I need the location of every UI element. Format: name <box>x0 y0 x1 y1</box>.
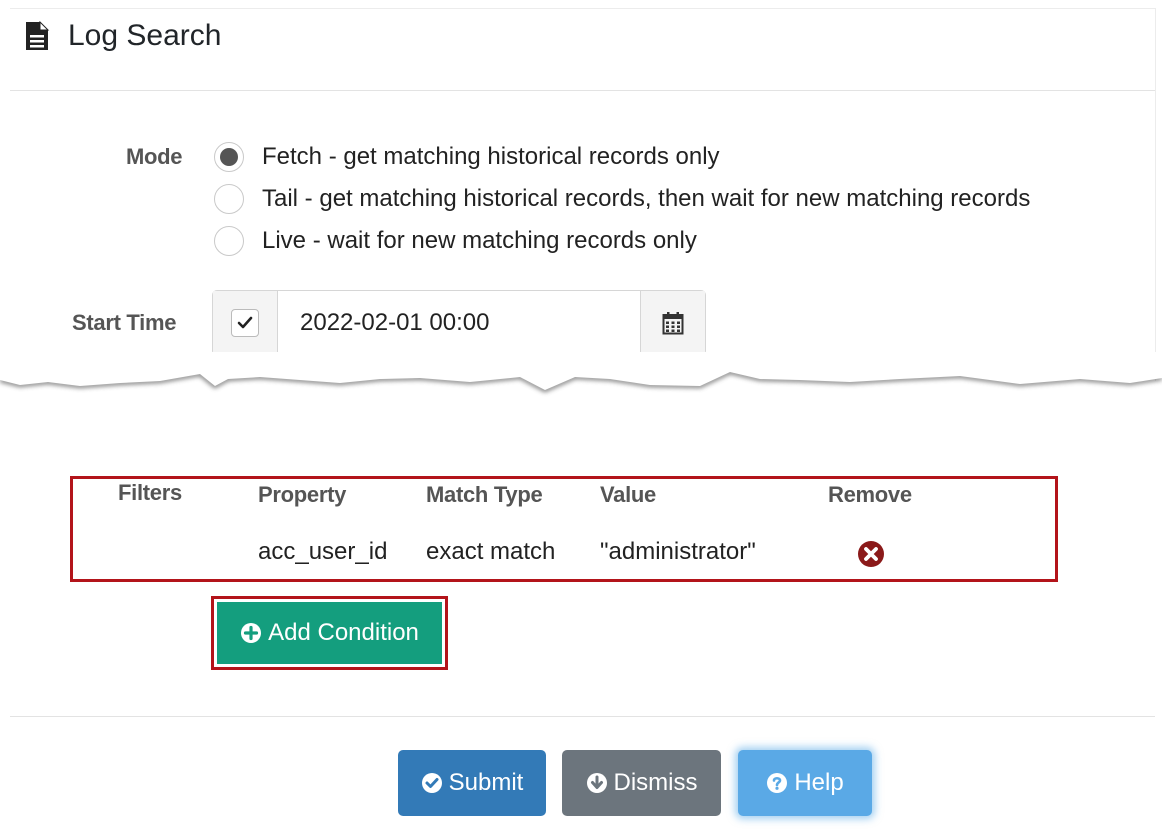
add-condition-button[interactable]: Add Condition <box>217 602 442 664</box>
filter-value: "administrator" <box>600 538 756 565</box>
check-circle-icon <box>421 773 442 793</box>
radio-tail[interactable] <box>214 184 244 214</box>
mode-option-fetch-label: Fetch - get matching historical records … <box>262 143 720 170</box>
start-time-checkbox[interactable] <box>231 309 259 337</box>
calendar-button[interactable] <box>640 291 705 355</box>
dismiss-label: Dismiss <box>613 769 698 796</box>
mode-option-tail[interactable]: Tail - get matching historical records, … <box>214 184 1030 214</box>
start-time-label: Start Time <box>72 310 177 335</box>
page-title: Log Search <box>24 16 221 56</box>
filters-label: Filters <box>118 480 182 505</box>
add-condition-highlight: Add Condition <box>211 596 448 670</box>
page-title-text: Log Search <box>68 19 222 52</box>
mode-option-live-label: Live - wait for new matching records onl… <box>262 227 697 254</box>
header-divider <box>10 90 1155 91</box>
radio-fetch[interactable] <box>214 142 244 172</box>
calendar-icon <box>662 312 684 335</box>
add-condition-label: Add Condition <box>268 619 419 646</box>
column-header-value: Value <box>600 482 656 507</box>
check-icon <box>237 316 253 329</box>
filter-property: acc_user_id <box>258 538 388 565</box>
submit-label: Submit <box>448 769 524 796</box>
column-header-remove: Remove <box>828 482 912 507</box>
dismiss-button[interactable]: Dismiss <box>562 750 721 816</box>
submit-button[interactable]: Submit <box>398 750 546 816</box>
start-time-input[interactable]: 2022-02-01 00:00 <box>278 291 640 355</box>
column-header-property: Property <box>258 482 347 507</box>
mode-option-fetch[interactable]: Fetch - get matching historical records … <box>214 142 720 172</box>
footer-divider <box>10 716 1155 717</box>
help-button[interactable]: Help <box>738 750 872 816</box>
file-text-icon <box>24 21 54 51</box>
start-time-group: 2022-02-01 00:00 <box>212 290 706 356</box>
start-time-toggle[interactable] <box>213 291 278 355</box>
mode-option-tail-label: Tail - get matching historical records, … <box>262 185 1031 212</box>
radio-live[interactable] <box>214 226 244 256</box>
torn-edge-separator <box>0 352 1162 393</box>
mode-label: Mode <box>126 144 183 169</box>
plus-circle-icon <box>241 623 262 643</box>
help-label: Help <box>794 769 844 796</box>
column-header-match-type: Match Type <box>426 482 543 507</box>
filter-match-type: exact match <box>426 538 556 565</box>
question-circle-icon <box>767 773 788 793</box>
mode-option-live[interactable]: Live - wait for new matching records onl… <box>214 226 697 256</box>
remove-circle-icon[interactable] <box>856 539 886 569</box>
arrow-down-circle-icon <box>586 773 607 793</box>
